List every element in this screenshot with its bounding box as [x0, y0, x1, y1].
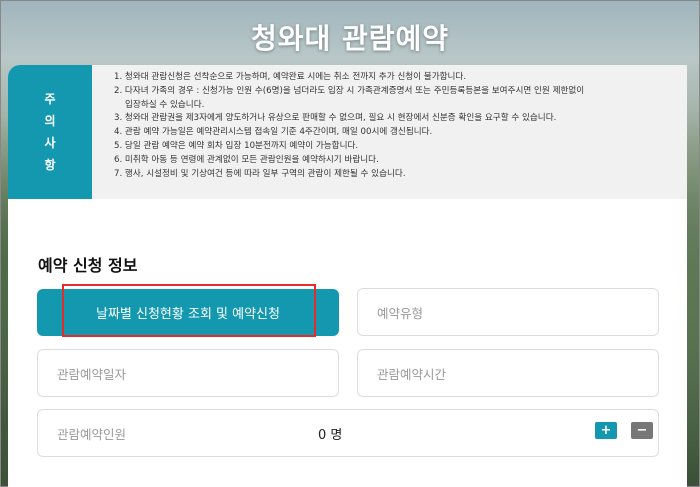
date-status-button[interactable]: 날짜별 신청현황 조회 및 예약신청 [37, 289, 339, 336]
visitors-count-value: 0 [318, 428, 327, 443]
reservation-type-field[interactable]: 예약유형 [357, 288, 659, 336]
visitors-unit: 명 [330, 428, 343, 443]
notice-tab: 주 의 사 항 [8, 65, 92, 199]
notice-tab-char: 사 [44, 136, 56, 150]
visit-time-placeholder: 관람예약시간 [377, 366, 447, 382]
notice-item: 2. 다자녀 가족의 경우 : 신청가능 인원 수(6명)을 넘더라도 입장 시… [114, 85, 585, 96]
reservation-panel: 주 의 사 항 1. 청와대 관람신청은 선착순으로 가능하며, 예약완료 시에… [8, 65, 687, 487]
page-title: 청와대 관람예약 [250, 22, 450, 55]
notice-tab-char: 항 [44, 158, 56, 172]
visit-time-field[interactable]: 관람예약시간 [357, 349, 659, 397]
notice-item: 7. 행사, 시설정비 및 기상여건 등에 따라 일부 구역의 관람이 제한될 … [114, 168, 406, 179]
plus-button[interactable]: + [595, 422, 617, 439]
notice-tab-char: 의 [44, 114, 56, 128]
notice-list: 1. 청와대 관람신청은 선착순으로 가능하며, 예약완료 시에는 취소 전까지… [92, 65, 687, 199]
minus-button[interactable]: − [631, 422, 653, 439]
visitors-field: 관람예약인원 [37, 409, 659, 457]
notice-item: 5. 당일 관람 예약은 예약 회차 입장 10분전까지 예약이 가능합니다. [114, 140, 359, 151]
visit-date-placeholder: 관람예약일자 [57, 366, 127, 382]
notice-tab-char: 주 [44, 92, 56, 106]
reservation-type-placeholder: 예약유형 [377, 305, 424, 321]
notice-item: 3. 청와대 관람권을 제3자에게 양도하거나 유상으로 판매할 수 없으며, … [114, 113, 557, 124]
notice-item: 6. 미취학 아동 등 연령에 관계없이 모든 관람인원을 예약하시기 바랍니다… [114, 154, 379, 165]
visit-date-field[interactable]: 관람예약일자 [37, 349, 339, 397]
notice-item: 4. 관람 예약 가능일은 예약관리시스템 접속일 기준 4주간이며, 매일 0… [114, 127, 433, 138]
visitors-label: 관람예약인원 [57, 426, 127, 442]
section-title: 예약 신청 정보 [38, 256, 138, 275]
notice-box: 주 의 사 항 1. 청와대 관람신청은 선착순으로 가능하며, 예약완료 시에… [8, 65, 687, 199]
visitors-count: 0 명 [318, 424, 342, 443]
notice-item: 1. 청와대 관람신청은 선착순으로 가능하며, 예약완료 시에는 취소 전까지… [114, 72, 467, 82]
notice-item: 입장하실 수 있습니다. [125, 99, 205, 110]
